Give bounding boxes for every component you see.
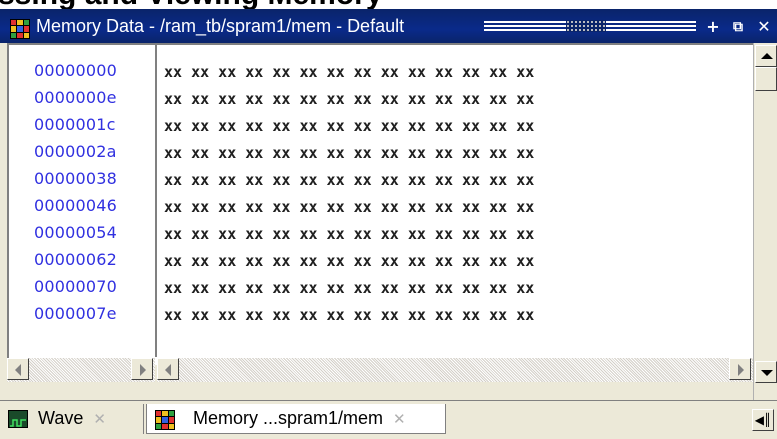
address-scroll-right-button[interactable] [131,358,153,380]
window-title: Memory Data - /ram_tb/spram1/mem - Defau… [36,16,405,36]
window-tab-bar: Wave ✕ Memory ...spram1/mem ✕ ◀║ [0,400,777,436]
wave-icon [8,410,28,428]
tab-scroll-button[interactable]: ◀║ [752,409,774,431]
memory-data-row[interactable]: xx xx xx xx xx xx xx xx xx xx xx xx xx x… [164,117,534,135]
memory-data-row[interactable]: xx xx xx xx xx xx xx xx xx xx xx xx xx x… [164,279,534,297]
dock-button[interactable]: + [704,18,722,36]
address-cell[interactable]: 0000007e [34,304,117,323]
data-scroll-right-button[interactable] [729,358,751,380]
arrow-left-icon [15,364,21,376]
data-hscrollbar[interactable] [157,358,753,382]
arrow-right-icon [738,364,744,376]
arrow-left-icon [165,364,171,376]
address-hscrollbar[interactable] [7,358,155,382]
memory-grid-icon [155,410,175,430]
tab-wave[interactable]: Wave ✕ [2,404,144,434]
address-cell[interactable]: 00000070 [34,277,117,296]
background-heading-text: ssing and Viewing Memory [0,0,383,9]
memory-data-row[interactable]: xx xx xx xx xx xx xx xx xx xx xx xx xx x… [164,171,534,189]
memory-data-view[interactable]: 00000000 0000000e 0000001c 0000002a 0000… [7,43,777,365]
memory-data-row[interactable]: xx xx xx xx xx xx xx xx xx xx xx xx xx x… [164,90,534,108]
vertical-scrollbar[interactable] [753,43,777,400]
scroll-down-button[interactable] [755,361,777,383]
grip-dots-icon [566,20,606,32]
arrow-right-icon [140,364,146,376]
arrow-down-icon [761,370,773,376]
address-column: 00000000 0000000e 0000001c 0000002a 0000… [9,45,157,357]
scroll-up-button[interactable] [755,45,777,67]
tab-label: Wave [38,408,84,428]
window-title-bar[interactable]: Memory Data - /ram_tb/spram1/mem - Defau… [0,9,777,43]
close-icon[interactable]: ✕ [393,411,406,428]
memory-data-row[interactable]: xx xx xx xx xx xx xx xx xx xx xx xx xx x… [164,198,534,216]
address-cell[interactable]: 00000054 [34,223,117,242]
address-cell[interactable]: 00000046 [34,196,117,215]
undock-button[interactable]: ⧉ [729,18,747,36]
vertical-scroll-thumb[interactable] [755,67,777,91]
address-cell[interactable]: 0000002a [34,142,117,161]
memory-data-row[interactable]: xx xx xx xx xx xx xx xx xx xx xx xx xx x… [164,252,534,270]
address-cell[interactable]: 00000062 [34,250,117,269]
background-heading: ssing and Viewing Memory [0,0,777,9]
title-drag-grip[interactable] [484,18,696,35]
memory-data-row[interactable]: xx xx xx xx xx xx xx xx xx xx xx xx xx x… [164,63,534,81]
address-cell[interactable]: 00000000 [34,61,117,80]
memory-data-row[interactable]: xx xx xx xx xx xx xx xx xx xx xx xx xx x… [164,306,534,324]
memory-grid-icon [10,19,30,39]
data-scroll-left-button[interactable] [157,358,179,380]
tab-memory[interactable]: Memory ...spram1/mem ✕ [146,404,446,434]
scroll-track[interactable] [157,358,753,382]
address-cell[interactable]: 0000001c [34,115,116,134]
arrow-up-icon [761,53,773,59]
close-icon[interactable]: ✕ [93,411,106,428]
close-button[interactable]: ✕ [755,18,773,36]
memory-data-row[interactable]: xx xx xx xx xx xx xx xx xx xx xx xx xx x… [164,144,534,162]
memory-data-row[interactable]: xx xx xx xx xx xx xx xx xx xx xx xx xx x… [164,225,534,243]
address-scroll-left-button[interactable] [7,358,29,380]
tab-label: Memory ...spram1/mem [193,408,384,428]
address-cell[interactable]: 00000038 [34,169,117,188]
address-cell[interactable]: 0000000e [34,88,117,107]
